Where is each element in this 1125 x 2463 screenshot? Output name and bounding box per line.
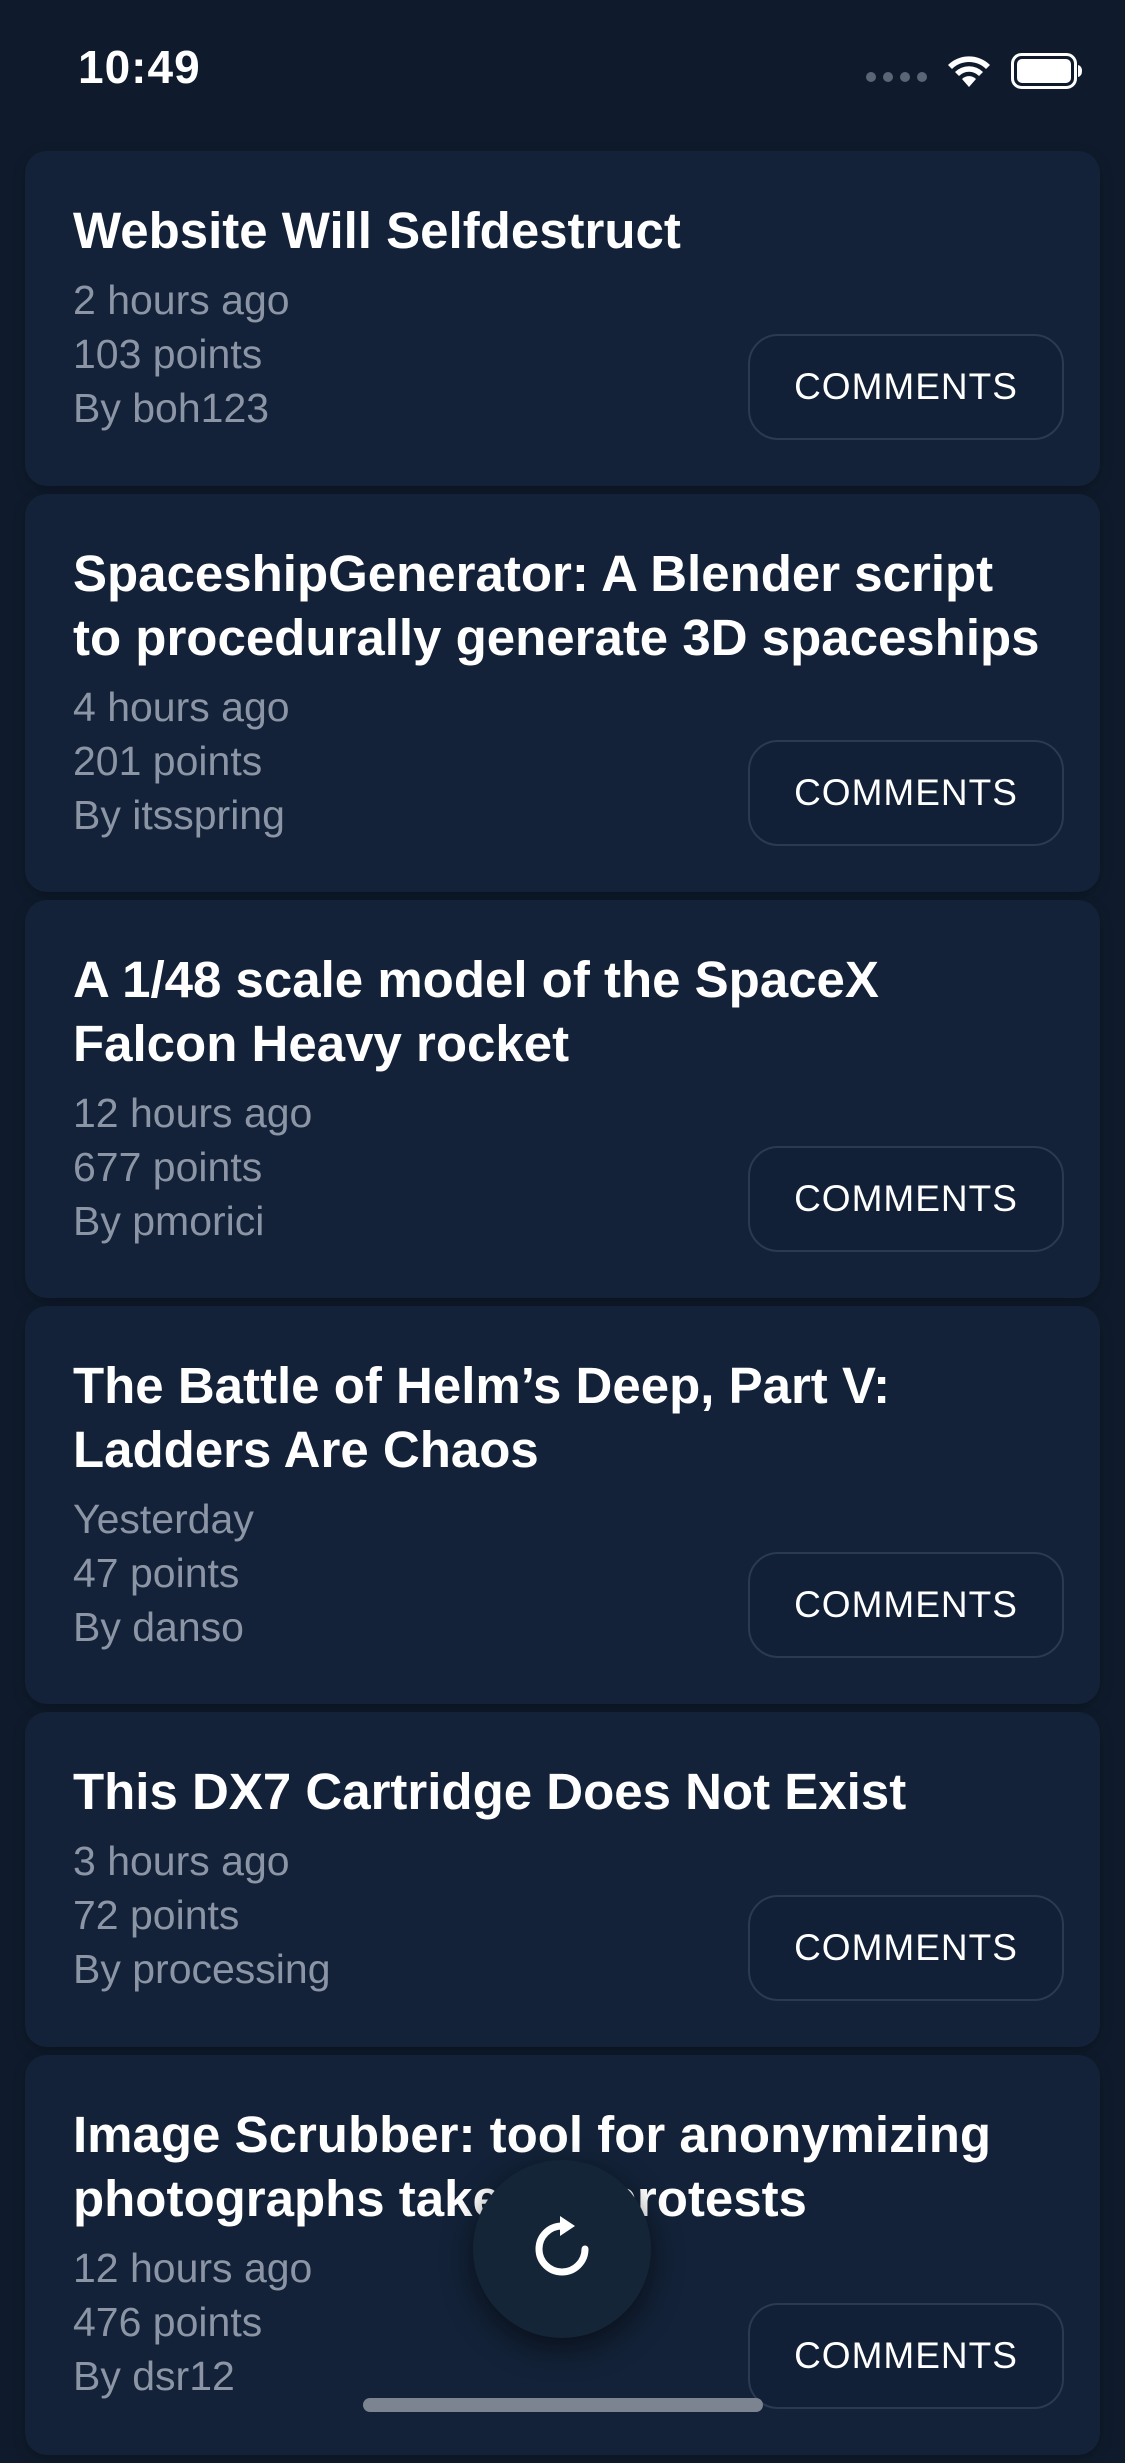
status-time: 10:49 xyxy=(78,41,201,93)
story-card[interactable]: A 1/48 scale model of the SpaceX Falcon … xyxy=(25,900,1100,1298)
status-bar: 10:49 xyxy=(0,0,1125,140)
story-title[interactable]: The Battle of Helm’s Deep, Part V: Ladde… xyxy=(73,1354,1052,1482)
story-time: Yesterday xyxy=(73,1496,254,1542)
comments-button[interactable]: COMMENTS xyxy=(748,1552,1064,1658)
refresh-button[interactable] xyxy=(473,2160,651,2338)
story-card[interactable]: The Battle of Helm’s Deep, Part V: Ladde… xyxy=(25,1306,1100,1704)
wifi-icon xyxy=(948,56,990,87)
story-card[interactable]: This DX7 Cartridge Does Not Exist 3 hour… xyxy=(25,1712,1100,2047)
story-time: 4 hours ago xyxy=(73,684,290,730)
comments-button[interactable]: COMMENTS xyxy=(748,740,1064,846)
home-indicator[interactable] xyxy=(363,2398,763,2412)
comments-button[interactable]: COMMENTS xyxy=(748,2303,1064,2409)
story-time: 3 hours ago xyxy=(73,1838,290,1884)
story-title[interactable]: SpaceshipGenerator: A Blender script to … xyxy=(73,542,1052,670)
battery-icon xyxy=(1011,53,1082,89)
comments-button[interactable]: COMMENTS xyxy=(748,334,1064,440)
story-time: 2 hours ago xyxy=(73,277,290,323)
story-card[interactable]: Website Will Selfdestruct 2 hours ago 10… xyxy=(25,151,1100,486)
story-title[interactable]: This DX7 Cartridge Does Not Exist xyxy=(73,1760,1052,1824)
cellular-signal-icon xyxy=(866,72,927,82)
comments-button[interactable]: COMMENTS xyxy=(748,1146,1064,1252)
story-time: 12 hours ago xyxy=(73,1090,313,1136)
story-title[interactable]: A 1/48 scale model of the SpaceX Falcon … xyxy=(73,948,1052,1076)
status-icons xyxy=(866,50,1083,92)
story-card[interactable]: SpaceshipGenerator: A Blender script to … xyxy=(25,494,1100,892)
story-title[interactable]: Website Will Selfdestruct xyxy=(73,199,1052,263)
refresh-icon xyxy=(535,2216,589,2276)
comments-button[interactable]: COMMENTS xyxy=(748,1895,1064,2001)
story-feed[interactable]: Website Will Selfdestruct 2 hours ago 10… xyxy=(25,151,1100,2463)
